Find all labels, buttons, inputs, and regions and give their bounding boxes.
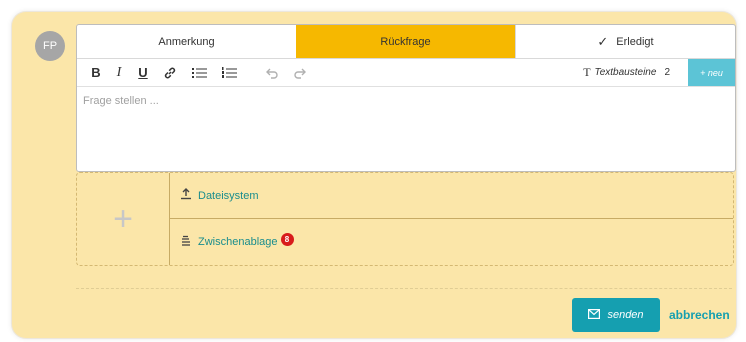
upload-filesystem-option[interactable]: Dateisystem bbox=[170, 173, 733, 219]
numbered-list-icon[interactable] bbox=[215, 59, 245, 86]
plus-icon: + bbox=[113, 200, 133, 238]
tab-rueckfrage[interactable]: Rückfrage bbox=[296, 25, 515, 58]
divider bbox=[76, 288, 732, 289]
add-attachment-button[interactable]: + bbox=[77, 173, 170, 265]
send-button[interactable]: senden bbox=[572, 298, 660, 332]
cancel-link[interactable]: abbrechen bbox=[669, 298, 730, 332]
comment-type-tabs: Anmerkung Rückfrage ✓ Erledigt bbox=[77, 25, 735, 59]
comment-card: FP Anmerkung Rückfrage ✓ Erledigt B I U bbox=[12, 12, 736, 338]
tab-anmerkung[interactable]: Anmerkung bbox=[77, 25, 296, 58]
question-input[interactable]: Frage stellen ... bbox=[77, 87, 735, 115]
attachment-area: + Dateisystem Zwischenablage 8 bbox=[76, 172, 734, 266]
undo-icon[interactable] bbox=[257, 59, 287, 86]
check-icon: ✓ bbox=[597, 33, 609, 49]
bold-button[interactable]: B bbox=[85, 59, 107, 86]
comment-editor: Anmerkung Rückfrage ✓ Erledigt B I U T T… bbox=[76, 24, 736, 172]
avatar: FP bbox=[35, 31, 65, 61]
upload-icon bbox=[180, 188, 192, 203]
clipboard-count-badge: 8 bbox=[280, 232, 294, 246]
clipboard-label: Zwischenablage bbox=[198, 236, 278, 248]
underline-button[interactable]: U bbox=[131, 59, 155, 86]
link-icon[interactable] bbox=[155, 59, 185, 86]
envelope-icon bbox=[588, 308, 601, 322]
bullet-list-icon[interactable] bbox=[185, 59, 215, 86]
textbausteine-count: 2 bbox=[664, 67, 670, 78]
redo-icon[interactable] bbox=[287, 59, 313, 86]
format-toolbar: B I U T Textbausteine 2 + neu bbox=[77, 59, 735, 87]
textbausteine-label: Textbausteine bbox=[594, 67, 657, 78]
tab-erledigt[interactable]: ✓ Erledigt bbox=[515, 25, 735, 58]
clipboard-icon bbox=[180, 235, 192, 250]
send-label: senden bbox=[607, 309, 644, 321]
filesystem-label: Dateisystem bbox=[198, 189, 259, 202]
new-textbaustein-button[interactable]: + neu bbox=[688, 59, 735, 86]
tab-erledigt-label: Erledigt bbox=[616, 35, 654, 48]
italic-button[interactable]: I bbox=[107, 59, 131, 86]
textbausteine-dropdown[interactable]: T Textbausteine 2 bbox=[583, 59, 670, 86]
upload-clipboard-option[interactable]: Zwischenablage 8 bbox=[170, 219, 733, 265]
tab-anmerkung-label: Anmerkung bbox=[158, 35, 215, 48]
text-icon: T bbox=[583, 65, 591, 79]
tab-rueckfrage-label: Rückfrage bbox=[380, 35, 431, 48]
